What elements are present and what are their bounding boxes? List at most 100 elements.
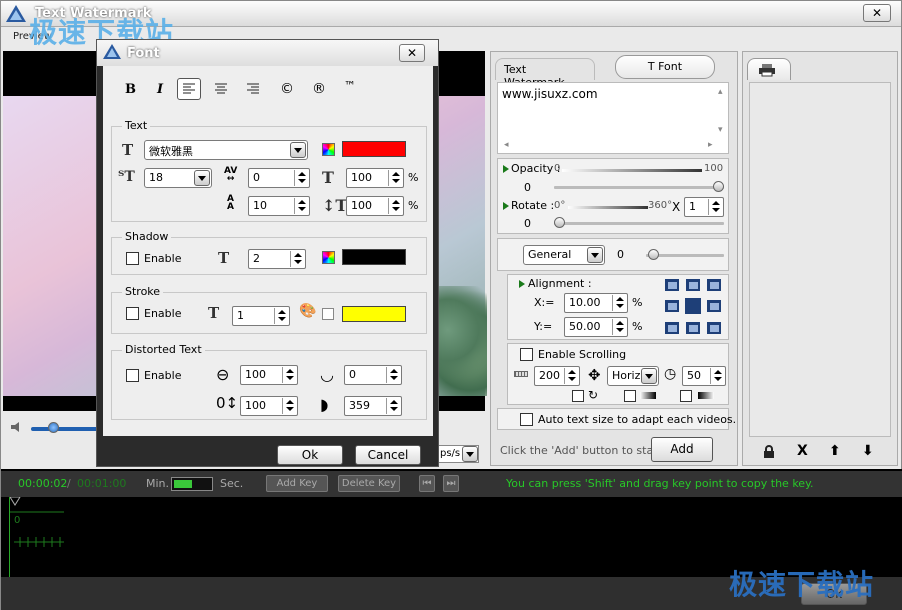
scrolling-checkbox[interactable] (520, 348, 533, 361)
distort-value-2[interactable]: 0 (344, 365, 402, 385)
registered-button[interactable]: ® (312, 81, 326, 97)
scroll-up-icon[interactable]: ▴ (718, 87, 723, 97)
font-name-dropdown-arrow[interactable] (290, 142, 306, 158)
trademark-button[interactable]: ™ (344, 79, 356, 93)
stroke-color-checkbox[interactable] (322, 308, 334, 320)
text-group-label: Text (122, 119, 151, 132)
rotate-slider[interactable] (554, 222, 724, 225)
text-color-picker-icon[interactable] (322, 143, 335, 156)
shadow-color-picker-icon[interactable] (322, 251, 335, 264)
scroll-speed-input[interactable]: 200 (534, 366, 580, 386)
font-cancel-button[interactable]: Cancel (355, 445, 421, 465)
distort-value-3[interactable]: 100 (240, 396, 298, 416)
fade-in-checkbox[interactable] (624, 390, 636, 402)
distort-value-3-spinner[interactable] (282, 398, 296, 414)
align-left-button[interactable] (177, 78, 201, 100)
scroll-left-icon[interactable]: ◂ (504, 140, 509, 150)
fade-out-checkbox[interactable] (680, 390, 692, 402)
font-dialog-close-button[interactable]: ✕ (399, 44, 425, 62)
rotate-gradient (568, 206, 648, 209)
stroke-size-input[interactable]: 1 (232, 306, 290, 326)
fps-dropdown-arrow[interactable] (462, 446, 478, 462)
font-name-select[interactable]: 微软雅黑 (144, 140, 308, 160)
shadow-size-spinner[interactable] (290, 251, 304, 267)
prev-key-icon[interactable]: ⏮ (419, 475, 435, 492)
loop-checkbox[interactable] (572, 390, 584, 402)
char-spacing-spinner[interactable] (294, 170, 308, 186)
rotate-multiplier-input[interactable]: 1 (684, 197, 724, 217)
y-input[interactable]: 50.00 (564, 317, 628, 337)
font-size-select[interactable]: 18 (144, 168, 212, 188)
opacity-knob[interactable] (713, 181, 724, 192)
volume-slider[interactable] (31, 427, 101, 431)
move-up-icon[interactable]: ⬆ (829, 443, 841, 459)
text-content-area[interactable]: www.jisuxz.com ◂ ▸ ▴ ▾ (497, 82, 729, 154)
mode-knob[interactable] (648, 249, 659, 260)
scroll-direction-dropdown-arrow[interactable] (641, 368, 657, 384)
watermark-list[interactable] (749, 82, 891, 437)
scale-y-input[interactable]: 100 (346, 196, 404, 216)
scale-x-input[interactable]: 100 (346, 168, 404, 188)
paint-bucket-icon[interactable]: 🎨 (299, 303, 316, 319)
shadow-enable-checkbox[interactable] (126, 252, 139, 265)
auto-size-panel: Auto text size to adapt each videos. (497, 408, 736, 430)
x-input[interactable]: 10.00 (564, 293, 628, 313)
stroke-color-swatch[interactable] (342, 306, 406, 322)
scroll-time-input[interactable]: 50 (682, 366, 726, 386)
shadow-size-input[interactable]: 2 (248, 249, 306, 269)
move-down-icon[interactable]: ⬇ (862, 443, 874, 459)
mode-dropdown-arrow[interactable] (587, 247, 603, 263)
timeline-track[interactable]: 0 (9, 496, 64, 577)
delete-icon[interactable]: X (797, 443, 808, 459)
scroll-down-icon[interactable]: ▾ (718, 125, 723, 135)
distorted-enable-checkbox[interactable] (126, 369, 139, 382)
scroll-right-icon[interactable]: ▸ (708, 140, 713, 150)
font-size-dropdown-arrow[interactable] (194, 170, 210, 186)
char-spacing-input[interactable]: 0 (248, 168, 310, 188)
distort-value-1[interactable]: 100 (240, 365, 298, 385)
close-button[interactable]: ✕ (863, 4, 891, 22)
stroke-size-spinner[interactable] (274, 308, 288, 324)
rotate-multiplier-spinner[interactable] (708, 199, 722, 215)
tab-font[interactable]: T Font (615, 55, 715, 79)
scroll-speed-spinner[interactable] (564, 368, 578, 384)
distort-value-4-spinner[interactable] (386, 398, 400, 414)
scroll-direction-select[interactable]: Horiz (607, 366, 659, 386)
scale-x-spinner[interactable] (388, 170, 402, 186)
add-key-button[interactable]: Add Key (266, 475, 328, 492)
italic-button[interactable]: I (157, 82, 163, 97)
volume-icon[interactable] (10, 421, 24, 436)
scale-y-spinner[interactable] (388, 198, 402, 214)
bold-button[interactable]: B (125, 82, 136, 97)
text-color-swatch[interactable] (342, 141, 406, 157)
line-spacing-spinner[interactable] (294, 198, 308, 214)
mode-select[interactable]: General (523, 245, 605, 265)
opacity-slider[interactable] (554, 186, 724, 189)
delete-key-button[interactable]: Delete Key (338, 475, 400, 492)
distort-arc-icon: ◗ (320, 395, 329, 414)
font-ok-button[interactable]: Ok (277, 445, 343, 465)
scroll-time-spinner[interactable] (710, 368, 724, 384)
copyright-button[interactable]: © (280, 81, 294, 97)
volume-knob[interactable] (48, 422, 59, 433)
font-name-icon: T (122, 141, 134, 159)
distort-value-1-spinner[interactable] (282, 367, 296, 383)
distort-value-4[interactable]: 359 (344, 396, 402, 416)
align-right-button[interactable] (242, 79, 264, 99)
tab-text-watermark[interactable]: Text Watermark (495, 58, 595, 89)
alignment-grid[interactable] (664, 278, 722, 336)
x-spinner[interactable] (612, 295, 626, 311)
y-spinner[interactable] (612, 319, 626, 335)
lock-icon[interactable] (763, 445, 775, 461)
add-button[interactable]: Add (651, 437, 713, 462)
align-center-button[interactable] (210, 79, 232, 99)
rotate-knob[interactable] (554, 217, 565, 228)
distort-value-2-spinner[interactable] (386, 367, 400, 383)
line-spacing-input[interactable]: 10 (248, 196, 310, 216)
tab-list[interactable] (747, 58, 791, 80)
auto-size-checkbox[interactable] (520, 413, 533, 426)
shadow-color-swatch[interactable] (342, 249, 406, 265)
zoom-slider[interactable] (171, 477, 213, 491)
next-key-icon[interactable]: ⏭ (443, 475, 459, 492)
stroke-enable-checkbox[interactable] (126, 307, 139, 320)
